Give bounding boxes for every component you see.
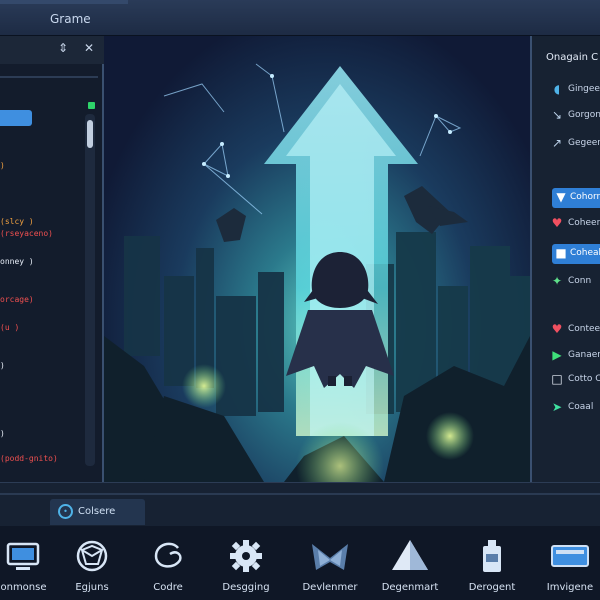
toolbar-item-label: Devlenmer <box>302 582 358 593</box>
gear-icon <box>230 540 262 572</box>
object-item-label: Conn <box>568 276 592 286</box>
tab-strip: • Colsere <box>0 482 600 526</box>
object-item-label: Gingeed <box>568 84 600 94</box>
object-item[interactable]: ♥ Coheen <box>532 214 600 234</box>
object-item-label: Gorgon <box>568 110 600 120</box>
object-panel: Onagain C ◖ Gingeed ↘ Gorgon ↗ Gegeer ▼ … <box>530 36 600 482</box>
square-icon: □ <box>551 372 563 386</box>
toolbar-item-degenmart[interactable]: Degenmart <box>370 526 450 600</box>
tab-console[interactable]: • Colsere <box>50 499 145 525</box>
object-item-label: Coheen <box>568 218 600 228</box>
swirl-icon <box>154 542 182 568</box>
play-icon: ➤ <box>551 400 563 414</box>
bottle-icon <box>483 540 501 572</box>
cursor-icon: ◖ <box>553 82 561 96</box>
tab-console-label: Colsere <box>78 506 116 517</box>
code-line[interactable]: (rseyaceno) <box>0 229 53 238</box>
light-beam-arrow <box>264 66 418 436</box>
shield-icon: ▼ <box>556 190 566 204</box>
title-bar-accent <box>0 0 128 4</box>
toolbar-item-derogent[interactable]: Derogent <box>452 526 532 600</box>
object-item[interactable]: ◖ Gingeed <box>532 80 600 100</box>
arrow-icon: ↘ <box>551 108 563 122</box>
toolbar-item-devlenmer[interactable]: Devlenmer <box>290 526 370 600</box>
star-icon: ✦ <box>551 274 563 288</box>
object-item-label: Coaal <box>568 402 594 412</box>
selected-line-highlight[interactable] <box>0 110 32 126</box>
glow-right <box>426 412 474 460</box>
object-panel-title: Onagain C <box>546 52 599 63</box>
object-item-label: Coheab <box>570 248 600 258</box>
code-line[interactable]: ) <box>0 161 5 170</box>
game-viewport[interactable] <box>104 36 530 482</box>
code-line[interactable]: ) <box>0 361 5 370</box>
object-item-label: Cohorn <box>570 192 600 202</box>
toolbar-item-label: Conmonse <box>0 582 47 593</box>
wing-icon <box>312 544 348 570</box>
code-line[interactable]: (u ) <box>0 323 19 332</box>
object-item[interactable]: ♥ Conteel <box>532 320 600 340</box>
heart-icon: ♥ <box>551 322 563 336</box>
puzzle-icon: ■ <box>555 246 567 260</box>
glow-left <box>182 364 226 408</box>
object-item-selected[interactable]: ▼ Cohorn <box>552 188 600 208</box>
toolbar-item-label: Desgging <box>222 582 270 593</box>
play-icon: ▶ <box>552 348 562 362</box>
toolbar-item-label: Degenmart <box>381 582 439 593</box>
network-icon <box>76 540 108 572</box>
toolbar-item-label: Codre <box>153 582 183 593</box>
object-item[interactable]: □ Cotto Co <box>532 370 600 390</box>
code-line[interactable]: onney ) <box>0 257 34 266</box>
toolbar-item-desgging[interactable]: Desgging <box>206 526 286 600</box>
toolbar-item-label: Egjuns <box>75 582 109 593</box>
pyramid-icon <box>392 540 428 570</box>
code-line[interactable]: orcage) <box>0 295 34 304</box>
object-item-label: Conteel <box>568 324 600 334</box>
code-scrollbar[interactable] <box>85 114 95 466</box>
code-line[interactable]: ) <box>0 429 5 438</box>
object-item-selected[interactable]: ■ Coheab <box>552 244 600 264</box>
divider <box>0 493 600 495</box>
status-indicator <box>88 102 95 109</box>
object-item-label: Ganaer <box>568 350 600 360</box>
object-item-label: Cotto Co <box>568 374 600 384</box>
toolbar-item-conmonse[interactable]: Conmonse <box>0 526 60 600</box>
toolbar-item-egjuns[interactable]: Egjuns <box>52 526 132 600</box>
window-title: Grame <box>50 12 91 26</box>
toolbar-item-label: Imvigene <box>546 582 594 593</box>
console-icon: • <box>58 504 73 519</box>
divider <box>0 76 98 78</box>
toolbar-item-codre[interactable]: Codre <box>128 526 208 600</box>
object-item[interactable]: ✦ Conn <box>532 272 600 292</box>
bottom-toolbar: Conmonse Egjuns Codre Desgging <box>0 526 600 600</box>
code-panel: ⇕ ✕ ) (slcy ) (rseyaceno) onney ) orcage… <box>0 36 104 482</box>
code-line[interactable]: (slcy ) <box>0 217 34 226</box>
toolbar-item-label: Derogent <box>468 582 516 593</box>
pin-icon[interactable]: ⇕ <box>58 41 68 55</box>
toolbar-item-imvigene[interactable]: Imvigene <box>530 526 600 600</box>
object-item[interactable]: ↘ Gorgon <box>532 106 600 126</box>
object-item[interactable]: ➤ Coaal <box>532 398 600 418</box>
title-bar: Grame <box>0 0 600 36</box>
scrollbar-thumb[interactable] <box>87 120 93 148</box>
object-item-label: Gegeer <box>568 138 600 148</box>
heart-icon: ♥ <box>551 216 563 230</box>
monitor-icon <box>6 542 40 570</box>
object-item[interactable]: ▶ Ganaer <box>532 346 600 366</box>
arrow-icon: ↗ <box>551 136 563 150</box>
code-line[interactable]: (podd-gnito) <box>0 454 58 463</box>
close-icon[interactable]: ✕ <box>84 41 94 55</box>
game-scene <box>104 63 530 482</box>
object-item[interactable]: ↗ Gegeer <box>532 134 600 154</box>
window-icon <box>551 545 589 567</box>
code-panel-header: ⇕ ✕ <box>0 36 104 64</box>
